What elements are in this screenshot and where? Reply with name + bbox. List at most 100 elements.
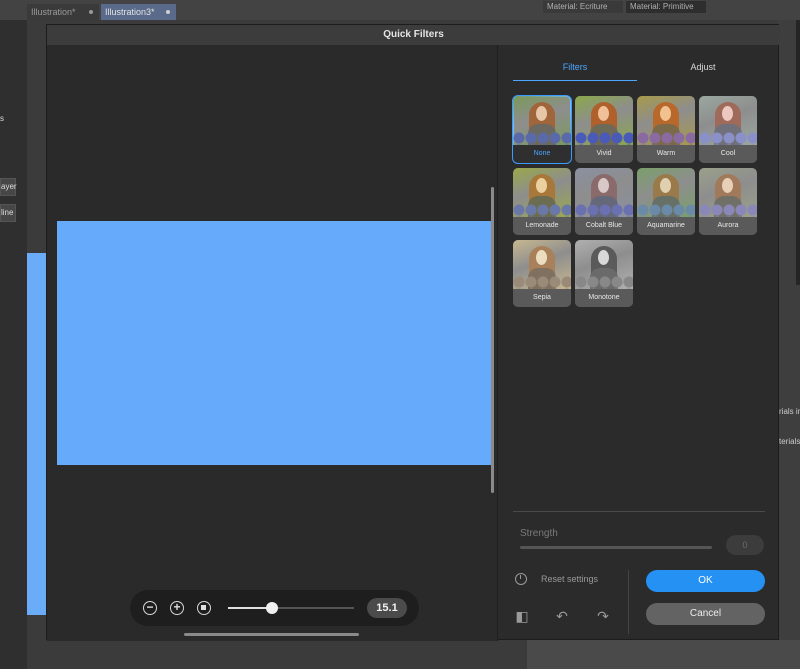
preview-face	[598, 250, 609, 265]
line-button[interactable]: line	[0, 204, 16, 222]
filter-label: Aquamarine	[637, 217, 695, 235]
filter-preview-image	[699, 168, 757, 217]
preview-area: − + 15.1	[47, 45, 498, 641]
redo-icon[interactable]: ↷	[595, 608, 611, 624]
material-tab-label: Material: Ecriture	[547, 2, 608, 11]
filter-preview-image	[575, 240, 633, 289]
app-title-bar: Illustration* Illustration3* Material: E…	[0, 0, 800, 20]
dialog-title: Quick Filters	[47, 25, 780, 45]
filter-sepia[interactable]: Sepia	[513, 240, 571, 307]
divider	[513, 511, 765, 512]
materials-label: rials in	[779, 407, 800, 416]
right-panel-edge	[796, 20, 800, 285]
filter-label: Lemonade	[513, 217, 571, 235]
tab-filters[interactable]: Filters	[513, 59, 637, 81]
zoom-in-icon[interactable]: +	[170, 601, 184, 615]
zoom-toolbar: − + 15.1	[130, 590, 419, 626]
filter-label: Warm	[637, 145, 695, 163]
document-tab-illustration3[interactable]: Illustration3*	[101, 4, 176, 20]
strength-slider[interactable]	[520, 546, 712, 549]
preview-face	[660, 178, 671, 193]
filter-aquamarine[interactable]: Aquamarine	[637, 168, 695, 235]
filter-preview-image	[575, 168, 633, 217]
left-panel-label: s	[0, 114, 4, 123]
separator	[628, 570, 629, 634]
filter-preview-image	[637, 96, 695, 145]
filter-preview-image	[513, 96, 571, 145]
preview-face	[722, 178, 733, 193]
reset-icon	[515, 573, 527, 585]
filter-preview-image	[575, 96, 633, 145]
filter-preview-image	[637, 168, 695, 217]
materials-label: terials	[779, 437, 800, 446]
filter-label: Sepia	[513, 289, 571, 307]
preview-flowers	[513, 132, 571, 145]
document-tab-label: Illustration3*	[105, 7, 155, 17]
material-tab-ecriture[interactable]: Material: Ecriture	[543, 1, 623, 13]
status-area	[527, 640, 800, 669]
filter-lemonade[interactable]: Lemonade	[513, 168, 571, 235]
preview-face	[660, 106, 671, 121]
material-tab-primitive[interactable]: Material: Primitive	[626, 1, 706, 13]
cancel-button[interactable]: Cancel	[646, 603, 765, 625]
preview-face	[598, 106, 609, 121]
zoom-value[interactable]: 15.1	[367, 598, 407, 618]
filter-cool[interactable]: Cool	[699, 96, 757, 163]
filter-label: Vivid	[575, 145, 633, 163]
preview-face	[536, 178, 547, 193]
filter-label: Aurora	[699, 217, 757, 235]
strength-value[interactable]: 0	[726, 535, 764, 555]
fit-screen-icon[interactable]	[197, 601, 211, 615]
preview-face	[722, 106, 733, 121]
filter-warm[interactable]: Warm	[637, 96, 695, 163]
preview-flowers	[575, 204, 633, 217]
unsaved-dot-icon	[89, 10, 93, 14]
zoom-out-icon[interactable]: −	[143, 601, 157, 615]
preview-face	[536, 250, 547, 265]
filter-label: Cool	[699, 145, 757, 163]
preview-flowers	[575, 132, 633, 145]
document-tab-illustration[interactable]: Illustration*	[27, 4, 99, 20]
undo-icon[interactable]: ↶	[554, 608, 570, 624]
layer-button-label: ayer	[1, 182, 17, 191]
strength-label: Strength	[520, 528, 558, 539]
ok-button[interactable]: OK	[646, 570, 765, 592]
preview-flowers	[513, 204, 571, 217]
preview-face	[598, 178, 609, 193]
filter-vivid[interactable]: Vivid	[575, 96, 633, 163]
filter-preview-image	[699, 96, 757, 145]
vertical-scrollbar[interactable]	[491, 187, 494, 493]
material-tab-label: Material: Primitive	[630, 2, 694, 11]
zoom-slider-knob[interactable]	[266, 602, 279, 614]
tab-adjust[interactable]: Adjust	[641, 59, 765, 81]
line-button-label: line	[1, 208, 14, 217]
document-tab-label: Illustration*	[31, 7, 76, 17]
preview-flowers	[637, 204, 695, 217]
reset-settings-label: Reset settings	[541, 574, 599, 584]
canvas-edge	[27, 253, 46, 615]
filter-label: None	[513, 145, 571, 163]
preview-flowers	[699, 204, 757, 217]
filter-aurora[interactable]: Aurora	[699, 168, 757, 235]
preview-flowers	[637, 132, 695, 145]
zoom-slider[interactable]	[228, 602, 354, 614]
filter-monotone[interactable]: Monotone	[575, 240, 633, 307]
quick-filters-dialog: Quick Filters − + 15.1 Filters Adjust No…	[46, 24, 780, 641]
preview-flowers	[699, 132, 757, 145]
preview-flowers	[513, 276, 571, 289]
unsaved-dot-icon	[166, 10, 170, 14]
filter-label: Cobalt Blue	[575, 217, 633, 235]
filter-none[interactable]: None	[512, 95, 572, 164]
filter-cobalt-blue[interactable]: Cobalt Blue	[575, 168, 633, 235]
filter-label: Monotone	[575, 289, 633, 307]
preview-face	[536, 106, 547, 121]
preview-flowers	[575, 276, 633, 289]
compare-icon[interactable]: ◧	[514, 608, 530, 624]
filter-preview-image	[513, 240, 571, 289]
preview-canvas[interactable]	[57, 221, 491, 465]
filter-tabs: Filters Adjust	[513, 59, 765, 81]
filter-preview-image	[513, 168, 571, 217]
layer-button[interactable]: ayer	[0, 178, 17, 196]
left-panel: s ayer line	[0, 20, 46, 669]
horizontal-scrollbar[interactable]	[184, 633, 359, 636]
